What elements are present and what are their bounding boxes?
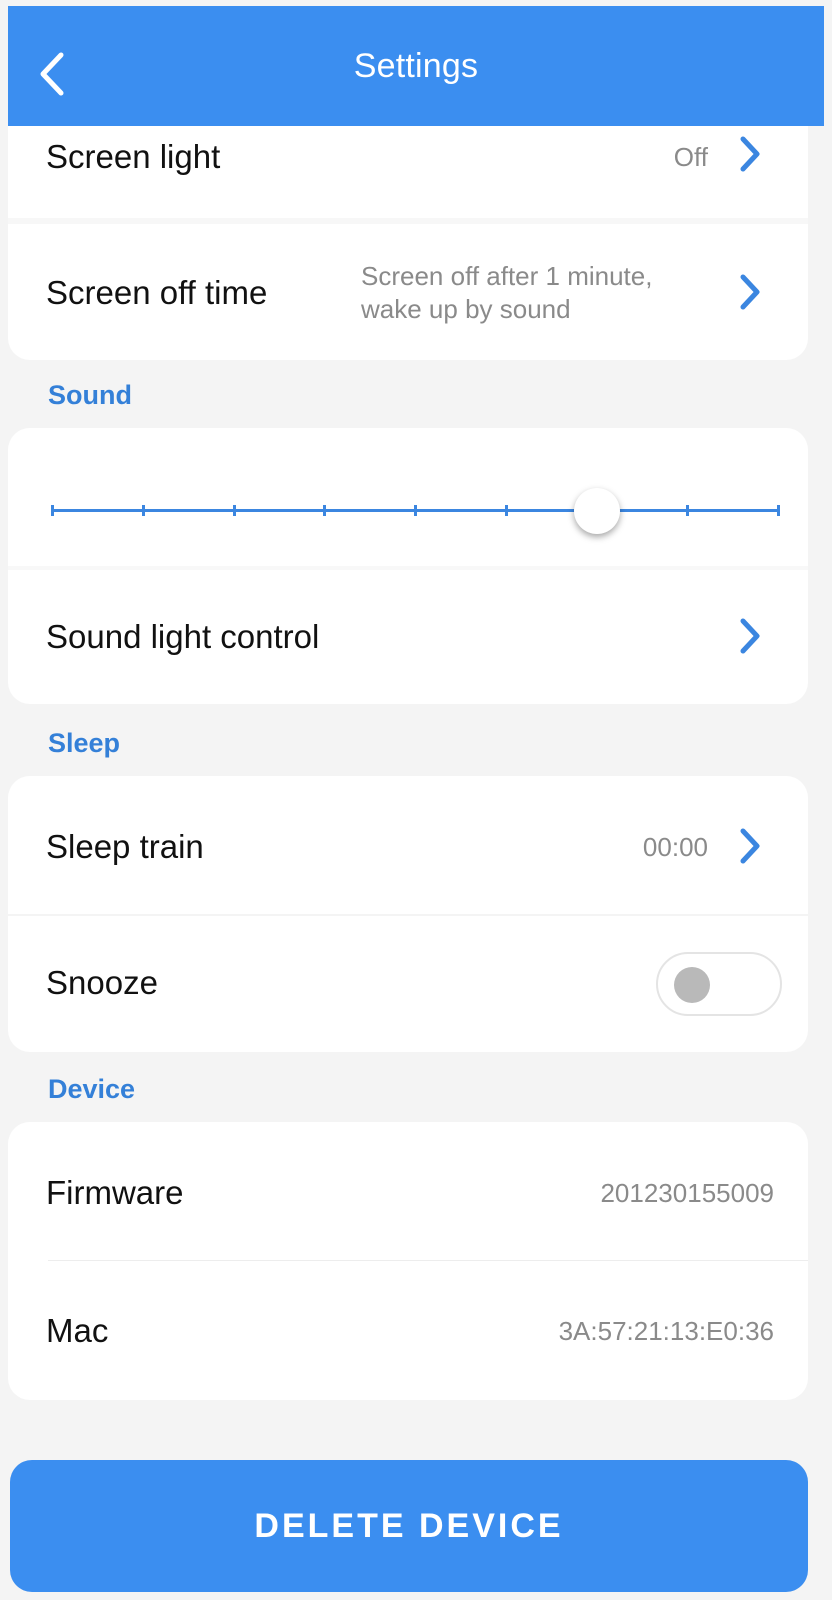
page-title: Settings (353, 46, 479, 85)
section-title-sound: Sound (48, 380, 132, 410)
snooze-toggle[interactable] (656, 952, 782, 1016)
slider-tick (414, 505, 417, 516)
sound-card: Sound light control (8, 428, 808, 704)
toggle-knob (674, 967, 710, 1003)
screen-off-time-value: Screen off after 1 minute, wake up by so… (361, 260, 652, 326)
chevron-left-icon (40, 52, 64, 96)
display-card: Screen light Off Screen off time Screen … (8, 126, 808, 360)
sound-light-control-row[interactable]: Sound light control (8, 570, 808, 704)
screen-light-value: Off (673, 142, 708, 172)
chevron-right-icon (736, 826, 764, 866)
slider-knob[interactable] (573, 488, 620, 534)
firmware-row: Firmware 201230155009 (8, 1122, 808, 1258)
mac-value: 3A:57:21:13:E0:36 (558, 1316, 774, 1346)
section-title-device: Device (48, 1074, 136, 1104)
slider-tick (777, 505, 780, 516)
section-title-sleep: Sleep (48, 728, 121, 758)
snooze-label: Snooze (46, 964, 158, 1001)
screen-light-label: Screen light (46, 138, 221, 175)
sleep-train-value: 00:00 (642, 832, 708, 862)
app-header: Settings (8, 6, 824, 126)
slider-tick (686, 505, 690, 516)
mac-label: Mac (46, 1312, 109, 1349)
chevron-right-icon (736, 134, 764, 174)
slider-tick (323, 505, 327, 516)
screen-off-time-row[interactable]: Screen off time Screen off after 1 minut… (8, 224, 808, 360)
chevron-right-icon (736, 616, 764, 656)
slider-tick (141, 505, 145, 516)
sound-light-control-label: Sound light control (46, 618, 320, 655)
slider-tick (232, 505, 236, 516)
firmware-label: Firmware (46, 1174, 184, 1211)
screen-off-time-label: Screen off time (46, 274, 268, 311)
back-button[interactable] (34, 50, 70, 98)
delete-device-button[interactable]: DELETE DEVICE (10, 1460, 808, 1592)
divider (48, 1260, 808, 1261)
slider-tick (504, 505, 508, 516)
screen-light-row[interactable]: Screen light Off (8, 126, 808, 216)
device-card: Firmware 201230155009 Mac 3A:57:21:13:E0… (8, 1122, 808, 1400)
mac-row: Mac 3A:57:21:13:E0:36 (8, 1262, 808, 1400)
screen-off-time-value-line1: Screen off after 1 minute, (361, 261, 653, 291)
sleep-train-label: Sleep train (46, 828, 204, 865)
sleep-card: Sleep train 00:00 Snooze (8, 776, 808, 1052)
volume-slider[interactable] (8, 428, 808, 562)
firmware-value: 201230155009 (600, 1178, 774, 1208)
slider-tick (51, 505, 54, 516)
chevron-right-icon (736, 272, 764, 312)
screen-off-time-value-line2: wake up by sound (361, 294, 571, 324)
snooze-row: Snooze (8, 916, 808, 1052)
sleep-train-row[interactable]: Sleep train 00:00 (8, 776, 808, 912)
